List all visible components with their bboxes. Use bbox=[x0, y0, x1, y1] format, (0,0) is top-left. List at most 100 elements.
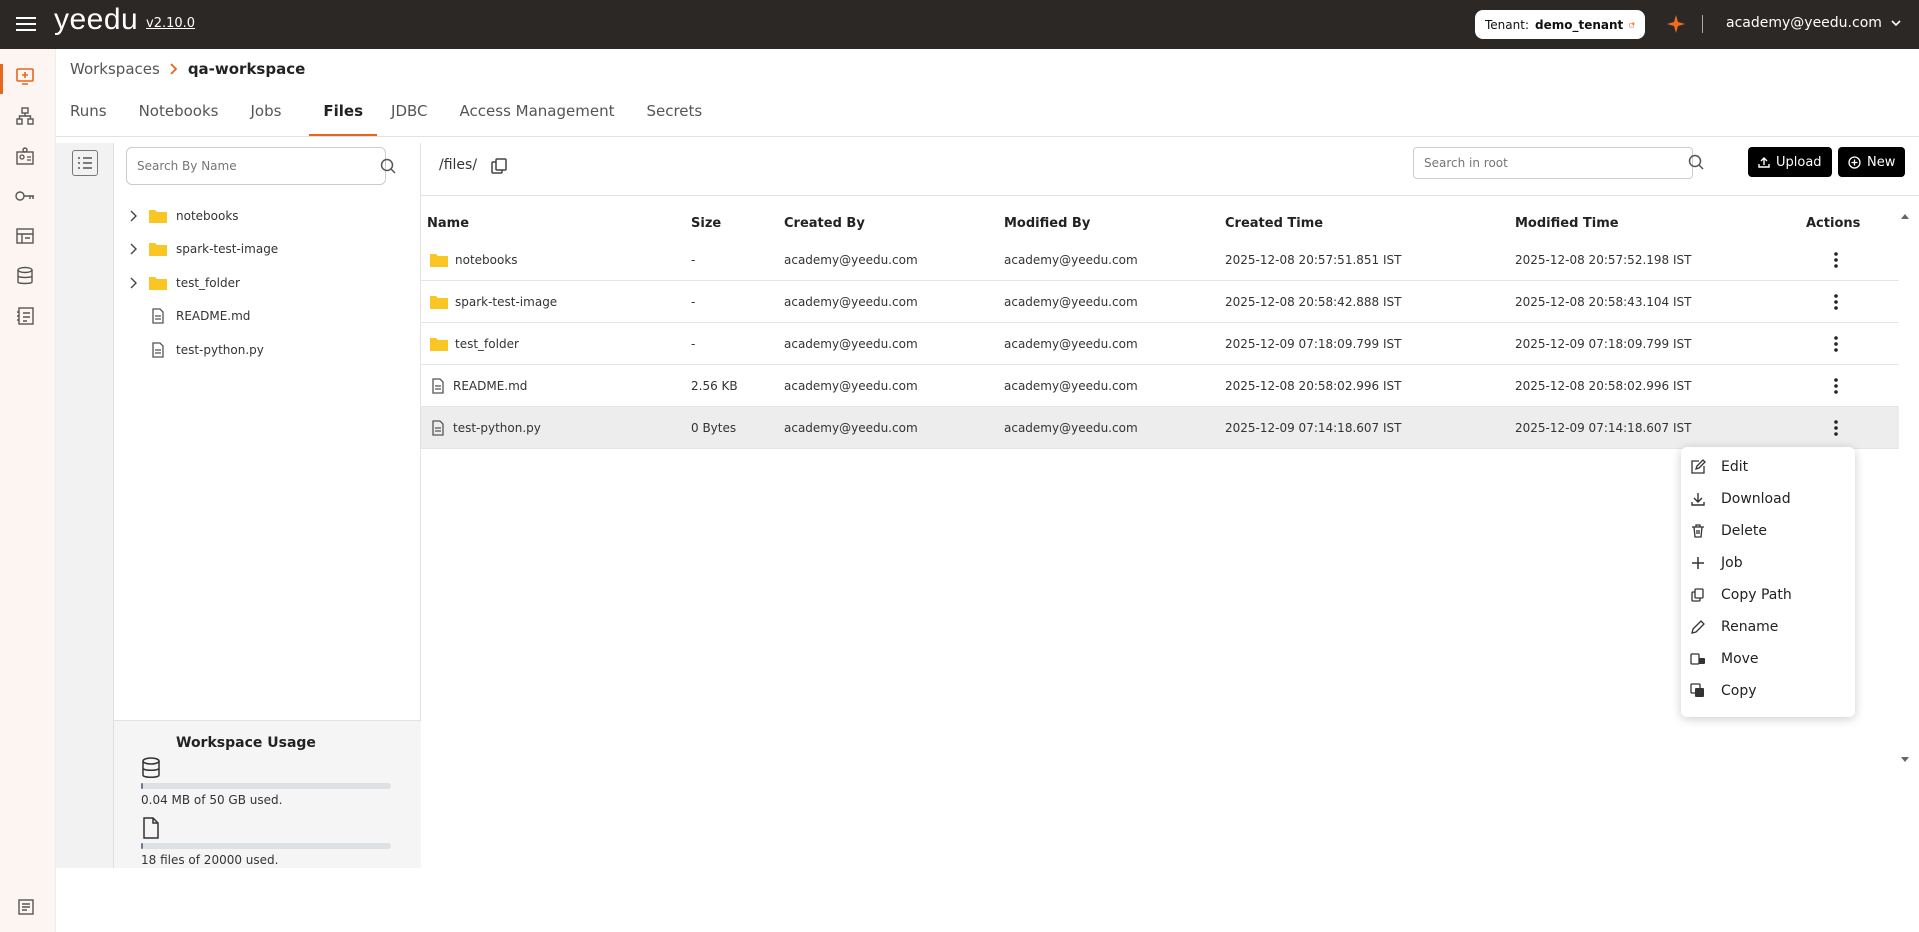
ai-assistant-icon[interactable] bbox=[1666, 14, 1686, 34]
plus-icon bbox=[1692, 557, 1704, 569]
column-created-time[interactable]: Created Time bbox=[1225, 216, 1323, 231]
table-row[interactable]: notebooks - academy@yeedu.com academy@ye… bbox=[421, 239, 1899, 281]
chevron-right-icon bbox=[170, 63, 178, 75]
rail-item-tenants[interactable] bbox=[12, 223, 38, 249]
clusters-icon bbox=[16, 107, 34, 125]
trash-icon bbox=[1692, 524, 1704, 538]
tab-secrets[interactable]: Secrets bbox=[646, 98, 718, 136]
tenant-selector[interactable]: Tenant: demo_tenant bbox=[1475, 10, 1645, 39]
more-vertical-icon[interactable] bbox=[1826, 334, 1846, 354]
search-icon[interactable] bbox=[379, 157, 397, 175]
menu-item-copy[interactable]: Copy bbox=[1681, 675, 1855, 707]
tree-search-input[interactable] bbox=[126, 147, 386, 185]
search-icon[interactable] bbox=[1687, 153, 1705, 171]
tree-item-spark-test-image[interactable]: spark-test-image bbox=[126, 236, 278, 262]
more-vertical-icon[interactable] bbox=[1826, 418, 1846, 438]
hamburger-menu-icon[interactable] bbox=[15, 13, 37, 35]
modified-time: 2025-12-08 20:58:02.996 IST bbox=[1515, 379, 1692, 393]
more-vertical-icon[interactable] bbox=[1826, 292, 1846, 312]
menu-item-move[interactable]: Move bbox=[1681, 643, 1855, 675]
modified-time: 2025-12-09 07:18:09.799 IST bbox=[1515, 337, 1692, 351]
folder-icon bbox=[149, 277, 167, 290]
file-size: 2.56 KB bbox=[691, 379, 738, 393]
app-version[interactable]: v2.10.0 bbox=[146, 16, 195, 31]
folder-icon bbox=[430, 338, 448, 351]
tree-item-label: test_folder bbox=[176, 276, 240, 290]
chevron-right-icon[interactable] bbox=[126, 276, 142, 290]
tree-toggle-button[interactable] bbox=[72, 150, 98, 176]
more-vertical-icon[interactable] bbox=[1826, 376, 1846, 396]
file-name[interactable]: test_folder bbox=[455, 337, 519, 351]
upload-button[interactable]: Upload bbox=[1748, 147, 1832, 177]
table-row[interactable]: test-python.py 0 Bytes academy@yeedu.com… bbox=[421, 407, 1899, 449]
scroll-down-icon[interactable] bbox=[1900, 756, 1910, 764]
copy-icon[interactable] bbox=[489, 156, 509, 176]
created-time: 2025-12-08 20:57:51.851 IST bbox=[1225, 253, 1402, 267]
menu-item-rename[interactable]: Rename bbox=[1681, 611, 1855, 643]
tab-jdbc[interactable]: JDBC bbox=[391, 98, 443, 136]
menu-item-label: Move bbox=[1721, 651, 1759, 667]
app-logo[interactable]: yeedu bbox=[54, 3, 138, 37]
rail-item-database[interactable] bbox=[12, 263, 38, 289]
storage-usage-bar bbox=[141, 783, 391, 789]
folder-icon bbox=[430, 254, 448, 267]
chevron-right-icon[interactable] bbox=[126, 242, 142, 256]
column-name[interactable]: Name bbox=[427, 216, 469, 231]
table-row[interactable]: spark-test-image - academy@yeedu.com aca… bbox=[421, 281, 1899, 323]
menu-item-job[interactable]: Job bbox=[1681, 547, 1855, 579]
rail-item-clusters[interactable] bbox=[12, 103, 38, 129]
created-by: academy@yeedu.com bbox=[784, 295, 918, 309]
menu-item-label: Edit bbox=[1721, 459, 1749, 475]
chevron-right-icon[interactable] bbox=[126, 209, 142, 223]
file-name[interactable]: notebooks bbox=[455, 253, 518, 267]
file-name[interactable]: test-python.py bbox=[453, 421, 541, 435]
menu-item-copy-path[interactable]: Copy Path bbox=[1681, 579, 1855, 611]
menu-item-edit[interactable]: Edit bbox=[1681, 451, 1855, 483]
more-vertical-icon[interactable] bbox=[1826, 250, 1846, 270]
table-header: Name Size Created By Modified By Created… bbox=[421, 208, 1899, 238]
tree-item-test-folder[interactable]: test_folder bbox=[126, 270, 240, 296]
tree-item-notebooks[interactable]: notebooks bbox=[126, 203, 239, 229]
modified-time: 2025-12-08 20:57:52.198 IST bbox=[1515, 253, 1692, 267]
column-modified-time[interactable]: Modified Time bbox=[1515, 216, 1619, 231]
docs-icon[interactable] bbox=[17, 898, 35, 916]
rail-item-billing[interactable] bbox=[12, 303, 38, 329]
created-time: 2025-12-08 20:58:42.888 IST bbox=[1225, 295, 1402, 309]
tab-files[interactable]: Files bbox=[309, 98, 378, 136]
files-search-input[interactable] bbox=[1413, 147, 1693, 179]
billing-icon bbox=[17, 307, 34, 325]
chevron-down-icon bbox=[1891, 20, 1901, 27]
rail-item-profile[interactable] bbox=[12, 143, 38, 169]
tree-item-test-python[interactable]: test-python.py bbox=[126, 337, 264, 363]
rail-item-keys[interactable] bbox=[12, 183, 38, 209]
menu-item-delete[interactable]: Delete bbox=[1681, 515, 1855, 547]
download-icon bbox=[1691, 493, 1705, 506]
top-bar: yeedu v2.10.0 Tenant: demo_tenant academ… bbox=[0, 0, 1919, 49]
file-name[interactable]: spark-test-image bbox=[455, 295, 557, 309]
keys-icon bbox=[15, 191, 34, 201]
tab-notebooks[interactable]: Notebooks bbox=[139, 98, 235, 136]
tab-jobs[interactable]: Jobs bbox=[250, 98, 297, 136]
current-path: /files/ bbox=[439, 157, 478, 173]
scroll-up-icon[interactable] bbox=[1900, 212, 1910, 220]
workspace-usage: Workspace Usage 0.04 MB of 50 GB used. 1… bbox=[114, 720, 421, 868]
column-size[interactable]: Size bbox=[691, 216, 721, 231]
file-icon bbox=[152, 308, 164, 324]
tab-access-management[interactable]: Access Management bbox=[460, 98, 631, 136]
user-menu[interactable]: academy@yeedu.com bbox=[1726, 15, 1902, 31]
database-icon bbox=[17, 266, 33, 285]
created-time: 2025-12-09 07:14:18.607 IST bbox=[1225, 421, 1402, 435]
table-row[interactable]: README.md 2.56 KB academy@yeedu.com acad… bbox=[421, 365, 1899, 407]
breadcrumb-workspaces[interactable]: Workspaces bbox=[70, 60, 160, 78]
column-modified-by[interactable]: Modified By bbox=[1004, 216, 1090, 231]
tree-item-readme[interactable]: README.md bbox=[126, 303, 250, 329]
column-created-by[interactable]: Created By bbox=[784, 216, 865, 231]
menu-item-download[interactable]: Download bbox=[1681, 483, 1855, 515]
tab-runs[interactable]: Runs bbox=[70, 98, 123, 136]
table-row[interactable]: test_folder - academy@yeedu.com academy@… bbox=[421, 323, 1899, 365]
rail-item-workspaces[interactable] bbox=[12, 63, 38, 89]
file-size: 0 Bytes bbox=[691, 421, 737, 435]
file-name[interactable]: README.md bbox=[453, 379, 527, 393]
copy-path-icon bbox=[1691, 588, 1704, 602]
new-button[interactable]: New bbox=[1838, 147, 1906, 177]
